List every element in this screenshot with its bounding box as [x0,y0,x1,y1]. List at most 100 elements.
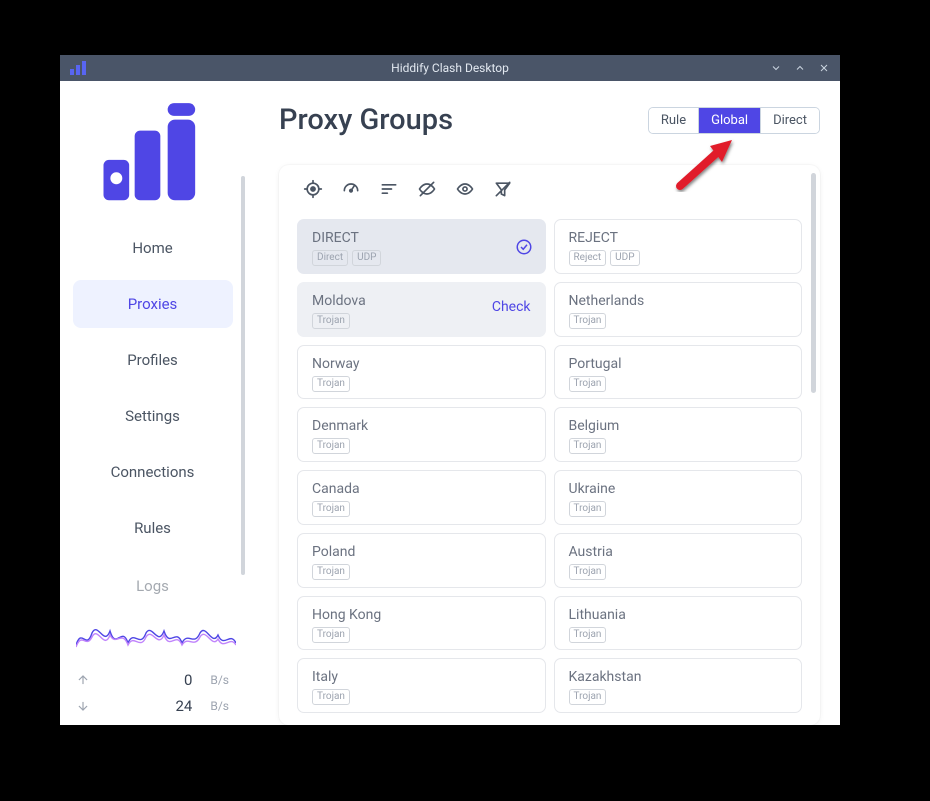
proxy-tags: Trojan [312,376,531,392]
eye-icon[interactable] [455,179,475,203]
titlebar-logo-icon [70,61,88,75]
proxy-grid: DIRECTDirectUDPREJECTRejectUDPMoldovaTro… [279,213,820,725]
proxy-tag: Trojan [312,501,350,517]
proxy-name: REJECT [569,230,788,246]
proxy-tags: Trojan [312,689,531,705]
sidebar-item-home[interactable]: Home [73,224,233,272]
proxy-tags: Trojan [569,376,788,392]
proxy-tag: Trojan [312,689,350,705]
sidebar-item-rules[interactable]: Rules [73,504,233,552]
proxy-tags: Trojan [569,564,788,580]
toolbar [279,165,820,213]
stats-panel: 0 B/s 24 B/s [60,617,245,725]
minimize-button[interactable] [770,62,782,74]
proxy-tag: Trojan [569,501,607,517]
hidden-icon[interactable] [417,179,437,203]
filter-off-icon[interactable] [493,179,513,203]
sidebar-nav: Home Proxies Profiles Settings Connections Ru… [60,224,245,617]
proxy-tag: UDP [352,250,381,266]
proxy-card[interactable]: Belgium Trojan [554,407,803,462]
proxy-tag: Trojan [569,438,607,454]
proxy-tags: Trojan [569,313,788,329]
sidebar-item-settings[interactable]: Settings [73,392,233,440]
proxy-tags: Trojan [312,313,531,329]
app-window: Hiddify Clash Desktop [60,55,840,725]
upload-value: 0 [152,671,192,689]
upload-stat: 0 B/s [76,667,229,693]
proxy-tags: DirectUDP [312,250,531,266]
proxy-tags: Trojan [312,438,531,454]
sidebar-item-profiles[interactable]: Profiles [73,336,233,384]
mode-rule-button[interactable]: Rule [649,108,699,133]
upload-unit: B/s [210,673,229,687]
arrow-up-icon [76,673,90,687]
maximize-button[interactable] [794,62,806,74]
close-button[interactable] [818,62,830,74]
proxy-name: Portugal [569,356,788,372]
proxy-card[interactable]: Hong Kong Trojan [297,596,546,651]
proxy-name: Canada [312,481,531,497]
traffic-chart [76,617,236,657]
sort-icon[interactable] [379,179,399,203]
proxy-card[interactable]: Italy Trojan [297,658,546,713]
proxy-card[interactable]: Portugal Trojan [554,345,803,400]
proxy-name: Hong Kong [312,607,531,623]
content-card: DIRECTDirectUDPREJECTRejectUDPMoldovaTro… [279,165,820,725]
proxy-check-link[interactable]: Check [492,299,531,315]
sidebar-item-connections[interactable]: Connections [73,448,233,496]
proxy-tag: Direct [312,250,348,266]
content-scrollbar[interactable] [811,173,816,393]
download-unit: B/s [210,699,229,713]
proxy-tag: Trojan [569,313,607,329]
proxy-tag: Trojan [569,376,607,392]
proxy-card[interactable]: Norway Trojan [297,345,546,400]
sidebar-item-logs[interactable]: Logs [73,562,233,610]
proxy-name: Austria [569,544,788,560]
sidebar-item-proxies[interactable]: Proxies [73,280,233,328]
proxy-tags: Trojan [569,438,788,454]
proxy-tag: Trojan [312,376,350,392]
proxy-name: Lithuania [569,607,788,623]
proxy-tag: Trojan [569,564,607,580]
page-header: Proxy Groups RuleGlobalDirect [279,103,820,137]
proxy-card[interactable]: Denmark Trojan [297,407,546,462]
sidebar: Home Proxies Profiles Settings Connections Ru… [60,81,245,725]
proxy-card[interactable]: KazakhstanTrojan [554,658,803,713]
proxy-tags: RejectUDP [569,250,788,266]
title-bar: Hiddify Clash Desktop [60,55,840,81]
proxy-card[interactable]: Canada Trojan [297,470,546,525]
proxy-card[interactable]: UkraineTrojan [554,470,803,525]
proxy-tag: Trojan [569,627,607,643]
app-logo-icon [98,101,208,206]
sidebar-scrollbar[interactable] [241,176,245,575]
proxy-name: Denmark [312,418,531,434]
proxy-tags: Trojan [569,689,788,705]
proxy-name: DIRECT [312,230,531,246]
proxy-name: Norway [312,356,531,372]
app-body: Home Proxies Profiles Settings Connections Ru… [60,81,840,725]
proxy-card[interactable]: NetherlandsTrojan [554,282,803,337]
speed-icon[interactable] [341,179,361,203]
proxy-card[interactable]: Lithuania Trojan [554,596,803,651]
proxy-tag: UDP [610,250,639,266]
proxy-tag: Trojan [569,689,607,705]
window-title: Hiddify Clash Desktop [391,61,509,75]
mode-global-button[interactable]: Global [699,108,761,133]
proxy-tags: Trojan [569,627,788,643]
arrow-down-icon [76,699,90,713]
proxy-card[interactable]: PolandTrojan [297,533,546,588]
proxy-tags: Trojan [312,627,531,643]
proxy-name: Italy [312,669,531,685]
proxy-tags: Trojan [312,564,531,580]
proxy-card[interactable]: MoldovaTrojanCheck [297,282,546,337]
proxy-card[interactable]: Austria Trojan [554,533,803,588]
mode-direct-button[interactable]: Direct [761,108,819,133]
mode-segment: RuleGlobalDirect [648,107,820,134]
proxy-card[interactable]: DIRECT DirectUDP [297,219,546,274]
proxy-card[interactable]: REJECT RejectUDP [554,219,803,274]
locate-icon[interactable] [303,179,323,203]
proxy-tag: Trojan [312,438,350,454]
proxy-tag: Reject [569,250,607,266]
proxy-name: Belgium [569,418,788,434]
proxy-tag: Trojan [312,627,350,643]
